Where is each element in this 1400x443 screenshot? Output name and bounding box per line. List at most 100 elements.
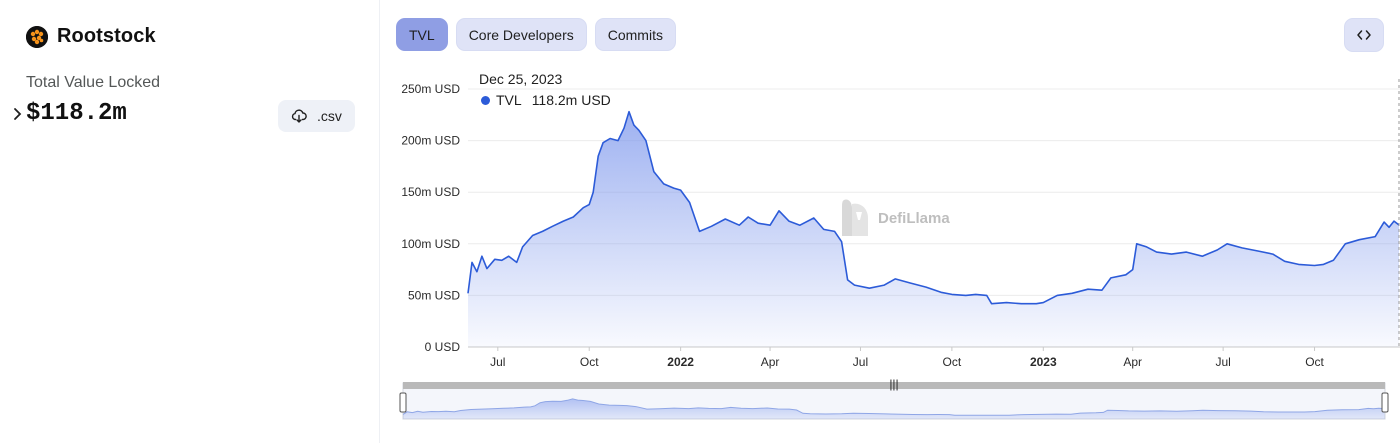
tvl-data-point bbox=[516, 261, 518, 263]
zoom-grip-icon[interactable]: ||| bbox=[889, 377, 898, 391]
tvl-data-point bbox=[522, 246, 524, 248]
tvl-data-point bbox=[769, 224, 771, 226]
tvl-data-point bbox=[1388, 226, 1390, 228]
tvl-data-point bbox=[883, 284, 885, 286]
zoom-handle-right[interactable] bbox=[1381, 392, 1389, 413]
tvl-data-point bbox=[532, 235, 534, 237]
tvl-data-point bbox=[699, 230, 701, 232]
tvl-data-point bbox=[628, 111, 630, 113]
tvl-data-point bbox=[638, 129, 640, 131]
tvl-data-point bbox=[1110, 277, 1112, 279]
tvl-data-point bbox=[1314, 265, 1316, 267]
tvl-chart[interactable]: 0 USD 50m USD 100m USD 150m USD 200m USD 250m… bbox=[380, 60, 1400, 443]
tvl-data-point bbox=[1132, 269, 1134, 271]
tvl-data-point bbox=[1101, 289, 1103, 291]
tvl-data-point bbox=[1358, 239, 1360, 241]
tvl-data-point bbox=[757, 222, 759, 224]
tvl-data-point bbox=[1393, 220, 1395, 222]
tvl-data-point bbox=[799, 224, 801, 226]
tvl-data-point bbox=[747, 216, 749, 218]
tvl-data-point bbox=[1006, 302, 1008, 304]
csv-button-label: .csv bbox=[317, 108, 342, 124]
tvl-data-point bbox=[1257, 250, 1259, 252]
tvl-data-point bbox=[467, 292, 469, 294]
tvl-data-point bbox=[894, 278, 896, 280]
tvl-data-point bbox=[940, 291, 942, 293]
tvl-data-point bbox=[508, 255, 510, 257]
tvl-data-point bbox=[975, 293, 977, 295]
tvl-data-point bbox=[1171, 253, 1173, 255]
metric-value: $118.2m bbox=[26, 100, 127, 127]
tvl-data-point bbox=[909, 282, 911, 284]
tvl-data-point bbox=[633, 124, 635, 126]
series-marker bbox=[481, 95, 490, 105]
chevron-right-icon[interactable] bbox=[10, 104, 26, 124]
tvl-data-point bbox=[1298, 263, 1300, 265]
tvl-data-point bbox=[476, 271, 478, 273]
tab-core-developers[interactable]: Core Developers bbox=[455, 18, 587, 51]
tvl-data-point bbox=[481, 255, 483, 257]
tvl-data-point bbox=[991, 303, 993, 305]
tvl-data-point bbox=[572, 216, 574, 218]
code-brackets-icon bbox=[1357, 30, 1371, 40]
tvl-data-point bbox=[1284, 260, 1286, 262]
tvl-data-point bbox=[592, 191, 594, 193]
tvl-data-point bbox=[788, 220, 790, 222]
tvl-data-point bbox=[847, 279, 849, 281]
tvl-data-point bbox=[738, 224, 740, 226]
tvl-data-point bbox=[965, 294, 967, 296]
tvl-data-point bbox=[486, 268, 488, 270]
y-tick-label: 150m USD bbox=[401, 185, 460, 199]
tab-tvl[interactable]: TVL bbox=[396, 18, 448, 51]
embed-chart-button[interactable] bbox=[1344, 18, 1384, 52]
watermark-text: DefiLlama bbox=[878, 209, 950, 227]
tooltip-date: Dec 25, 2023 bbox=[479, 71, 563, 87]
tvl-data-point bbox=[1056, 294, 1058, 296]
tooltip-value: 118.2m USD bbox=[531, 92, 611, 108]
metric-row[interactable]: $118.2m bbox=[10, 100, 127, 127]
tab-commits[interactable]: Commits bbox=[594, 18, 676, 51]
rootstock-logo-icon bbox=[26, 25, 48, 48]
y-tick-label: 250m USD bbox=[401, 82, 460, 96]
tvl-data-point bbox=[1241, 247, 1243, 249]
tvl-data-point bbox=[645, 140, 647, 142]
tvl-data-point bbox=[1071, 292, 1073, 294]
tvl-data-point bbox=[588, 204, 590, 206]
x-tick-label: Jul bbox=[1215, 355, 1230, 369]
tvl-data-point bbox=[542, 230, 544, 232]
tvl-data-point bbox=[582, 207, 584, 209]
chart-tabs: TVL Core Developers Commits bbox=[396, 18, 676, 51]
tvl-data-point bbox=[501, 259, 503, 261]
tvl-data-point bbox=[868, 287, 870, 289]
tooltip-value-row: TVL 118.2m USD bbox=[481, 92, 611, 108]
x-tick-label: 2023 bbox=[1030, 355, 1057, 369]
tvl-data-point bbox=[1125, 274, 1127, 276]
tvl-data-point bbox=[1323, 263, 1325, 265]
tvl-data-point bbox=[1156, 251, 1158, 253]
tvl-data-point bbox=[552, 225, 554, 227]
x-tick-label: Apr bbox=[761, 355, 780, 369]
protocol-card: Rootstock Total Value Locked $118.2m .cs… bbox=[0, 0, 1400, 443]
download-csv-button[interactable]: .csv bbox=[278, 100, 355, 132]
tvl-data-point bbox=[951, 293, 953, 295]
tvl-data-point bbox=[1226, 243, 1228, 245]
tvl-data-point bbox=[1136, 243, 1138, 245]
zoom-handle-left[interactable] bbox=[399, 392, 407, 413]
tvl-data-point bbox=[1042, 302, 1044, 304]
protocol-name: Rootstock bbox=[57, 25, 156, 47]
tvl-data-point bbox=[823, 228, 825, 230]
tvl-data-point bbox=[1383, 221, 1385, 223]
x-tick-label: 2022 bbox=[667, 355, 694, 369]
tvl-data-point bbox=[1216, 249, 1218, 251]
tvl-data-point bbox=[663, 183, 665, 185]
tvl-data-point bbox=[1035, 303, 1037, 305]
tvl-data-point bbox=[680, 189, 682, 191]
llama-logo-icon bbox=[842, 199, 868, 236]
y-tick-label: 200m USD bbox=[401, 134, 460, 148]
protocol-header: Rootstock bbox=[26, 25, 156, 48]
tvl-data-point bbox=[653, 171, 655, 173]
tvl-data-point bbox=[597, 155, 599, 157]
y-tick-label: 100m USD bbox=[401, 237, 460, 251]
summary-panel: Rootstock Total Value Locked $118.2m .cs… bbox=[0, 0, 380, 443]
tvl-data-point bbox=[1146, 246, 1148, 248]
